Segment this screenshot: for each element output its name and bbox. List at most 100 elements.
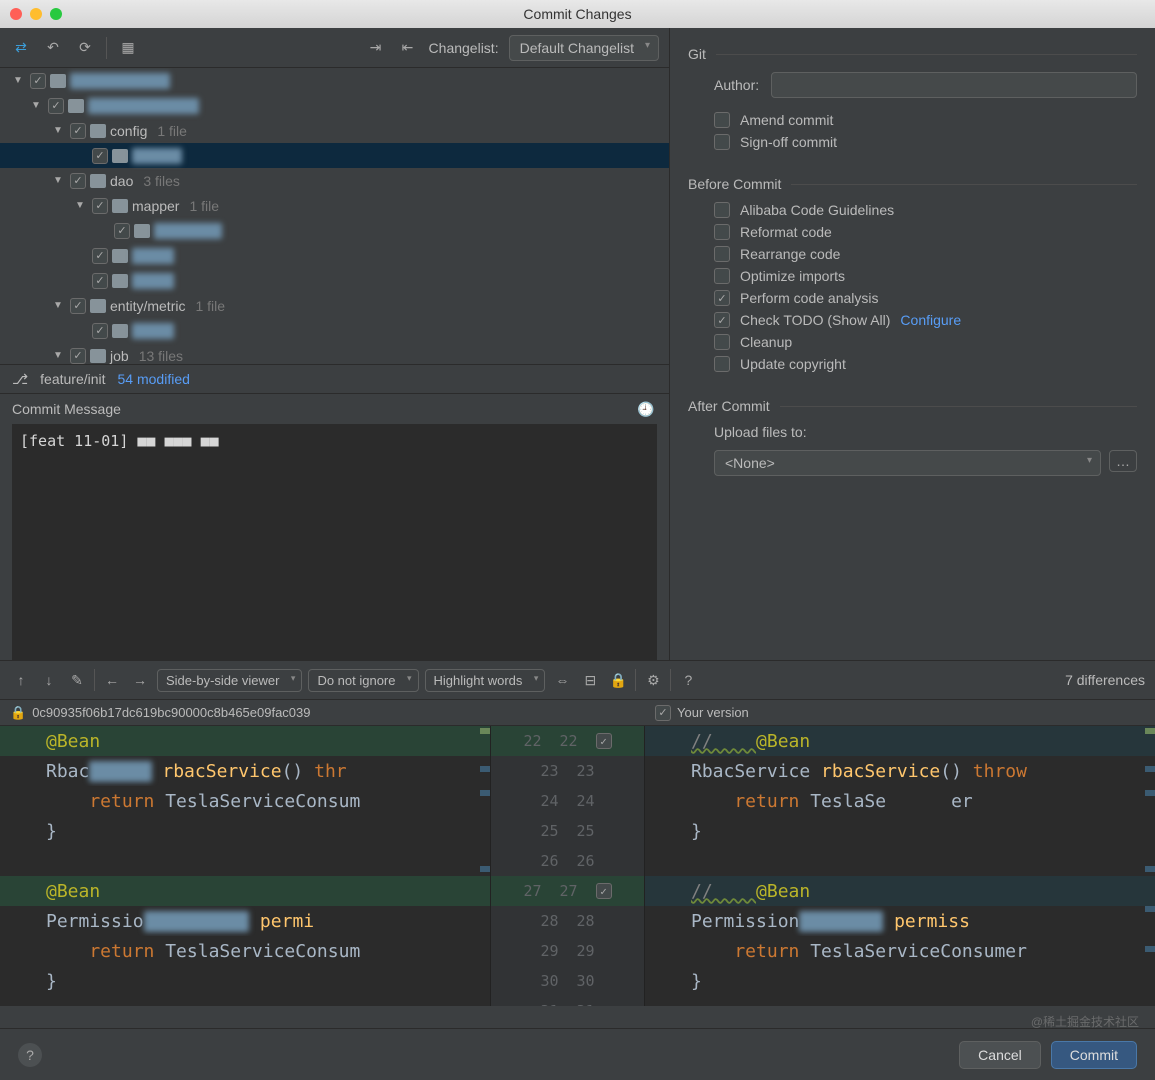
collapse-all-icon[interactable]: ⇔	[551, 669, 573, 691]
checkbox[interactable]	[714, 202, 730, 218]
tree-label: ■■■■	[132, 273, 174, 289]
nav-forward-icon[interactable]: →	[129, 669, 151, 691]
viewer-mode-select[interactable]: Side-by-side viewer	[157, 669, 302, 692]
before-commit-item: Update copyright	[714, 356, 1137, 372]
checkbox[interactable]	[714, 246, 730, 262]
checkbox-label: Alibaba Code Guidelines	[740, 202, 894, 218]
close-icon[interactable]	[10, 8, 22, 20]
minimize-icon[interactable]	[30, 8, 42, 20]
swap-icon[interactable]: ⇄	[10, 37, 32, 59]
undo-icon[interactable]: ↶	[42, 37, 64, 59]
chevron-down-icon[interactable]: ▼	[28, 100, 44, 111]
checkbox-label: Perform code analysis	[740, 290, 879, 306]
before-commit-item: Reformat code	[714, 224, 1137, 240]
tree-row[interactable]: ■■■■ ava	[0, 218, 669, 243]
changes-tree[interactable]: ▼■■■■ Proj ■■■▼■■■■■■■■■■ es▼config1 fil…	[0, 68, 669, 364]
history-icon[interactable]: 🕘	[635, 398, 657, 420]
chevron-down-icon[interactable]: ▼	[50, 300, 66, 311]
before-commit-item: Check TODO (Show All) Configure	[714, 312, 1137, 328]
group-icon[interactable]: ▦	[117, 37, 139, 59]
include-checkbox[interactable]	[655, 705, 671, 721]
chevron-down-icon[interactable]: ▼	[50, 350, 66, 361]
highlight-mode-select[interactable]: Highlight words	[425, 669, 546, 692]
include-checkbox[interactable]	[48, 98, 64, 114]
tree-row[interactable]: ▼config1 file	[0, 118, 669, 143]
include-checkbox[interactable]	[92, 198, 108, 214]
ignore-mode-select[interactable]: Do not ignore	[308, 669, 418, 692]
arrow-up-icon[interactable]: ↑	[10, 669, 32, 691]
separator	[670, 669, 671, 691]
checkbox[interactable]	[714, 334, 730, 350]
sync-scroll-icon[interactable]: ⊟	[579, 669, 601, 691]
tree-row[interactable]: ■■■■■	[0, 143, 669, 168]
tree-row[interactable]: ▼■■■■■■■■■■ es	[0, 93, 669, 118]
help-icon[interactable]: ?	[677, 669, 699, 691]
diff-body[interactable]: @BeanRbac rbacService() thr return Tesla…	[0, 726, 1155, 1006]
code-line: Permissio■■■ ■■ permi	[0, 906, 490, 936]
include-checkbox[interactable]	[70, 298, 86, 314]
apply-checkbox[interactable]	[596, 733, 612, 749]
tree-row[interactable]: ■■■■	[0, 243, 669, 268]
tree-row[interactable]: ▼entity/metric1 file	[0, 293, 669, 318]
include-checkbox[interactable]	[92, 148, 108, 164]
include-checkbox[interactable]	[92, 273, 108, 289]
include-checkbox[interactable]	[114, 223, 130, 239]
include-checkbox[interactable]	[70, 348, 86, 364]
chevron-down-icon[interactable]: ▼	[50, 175, 66, 186]
expand-icon[interactable]: ⇥	[365, 37, 387, 59]
folder-icon	[50, 74, 66, 88]
help-button[interactable]: ?	[18, 1043, 42, 1067]
tree-row[interactable]: ▼dao3 files	[0, 168, 669, 193]
collapse-icon[interactable]: ⇤	[397, 37, 419, 59]
tree-row[interactable]: ■■■■	[0, 318, 669, 343]
code-line: return TeslaServiceConsumer	[645, 936, 1155, 966]
branch-name: feature/init	[40, 371, 105, 387]
checkbox[interactable]	[714, 268, 730, 284]
gutter-line: 2525	[491, 816, 644, 846]
author-input[interactable]	[771, 72, 1137, 98]
cancel-button[interactable]: Cancel	[959, 1041, 1041, 1069]
tree-row[interactable]: ▼■■■■ Proj ■■■	[0, 68, 669, 93]
git-label: Git	[688, 46, 706, 62]
include-checkbox[interactable]	[70, 123, 86, 139]
chevron-down-icon[interactable]: ▼	[50, 125, 66, 136]
after-commit-section: After Commit	[688, 398, 1137, 414]
upload-select[interactable]: <None>	[714, 450, 1101, 476]
include-checkbox[interactable]	[92, 323, 108, 339]
diff-left-pane[interactable]: @BeanRbac rbacService() thr return Tesla…	[0, 726, 490, 1006]
checkbox[interactable]	[714, 312, 730, 328]
gutter-line: 2727	[491, 876, 644, 906]
chevron-down-icon[interactable]: ▼	[10, 75, 26, 86]
modified-count[interactable]: 54 modified	[118, 371, 190, 387]
changes-toolbar: ⇄ ↶ ⟳ ▦ ⇥ ⇤ Changelist: Default Changeli…	[0, 28, 669, 68]
include-checkbox[interactable]	[92, 248, 108, 264]
tree-hint: 13 files	[139, 348, 183, 364]
tree-row[interactable]: ▼mapper1 file	[0, 193, 669, 218]
after-commit-label: After Commit	[688, 398, 770, 414]
upload-more-button[interactable]: …	[1109, 450, 1137, 472]
chevron-down-icon[interactable]: ▼	[72, 200, 88, 211]
checkbox[interactable]	[714, 356, 730, 372]
diff-right-pane[interactable]: // @BeanRbacService rbacService() throw …	[645, 726, 1155, 1006]
apply-checkbox[interactable]	[596, 883, 612, 899]
configure-link[interactable]: Configure	[900, 312, 961, 328]
include-checkbox[interactable]	[30, 73, 46, 89]
checkbox[interactable]	[714, 224, 730, 240]
edit-icon[interactable]: ✎	[66, 669, 88, 691]
tree-row[interactable]: ▼job13 files	[0, 343, 669, 364]
checkbox[interactable]	[714, 290, 730, 306]
gear-icon[interactable]: ⚙	[642, 669, 664, 691]
maximize-icon[interactable]	[50, 8, 62, 20]
lock-icon[interactable]: 🔒	[607, 669, 629, 691]
arrow-down-icon[interactable]: ↓	[38, 669, 60, 691]
changelist-select[interactable]: Default Changelist	[509, 35, 659, 61]
nav-back-icon[interactable]: ←	[101, 669, 123, 691]
code-line: Permission■■ ■■ permiss	[645, 906, 1155, 936]
include-checkbox[interactable]	[70, 173, 86, 189]
amend-checkbox[interactable]	[714, 112, 730, 128]
signoff-checkbox[interactable]	[714, 134, 730, 150]
commit-button[interactable]: Commit	[1051, 1041, 1137, 1069]
refresh-icon[interactable]: ⟳	[74, 37, 96, 59]
code-line: return TeslaServiceConsum	[0, 786, 490, 816]
tree-row[interactable]: ■■■■	[0, 268, 669, 293]
